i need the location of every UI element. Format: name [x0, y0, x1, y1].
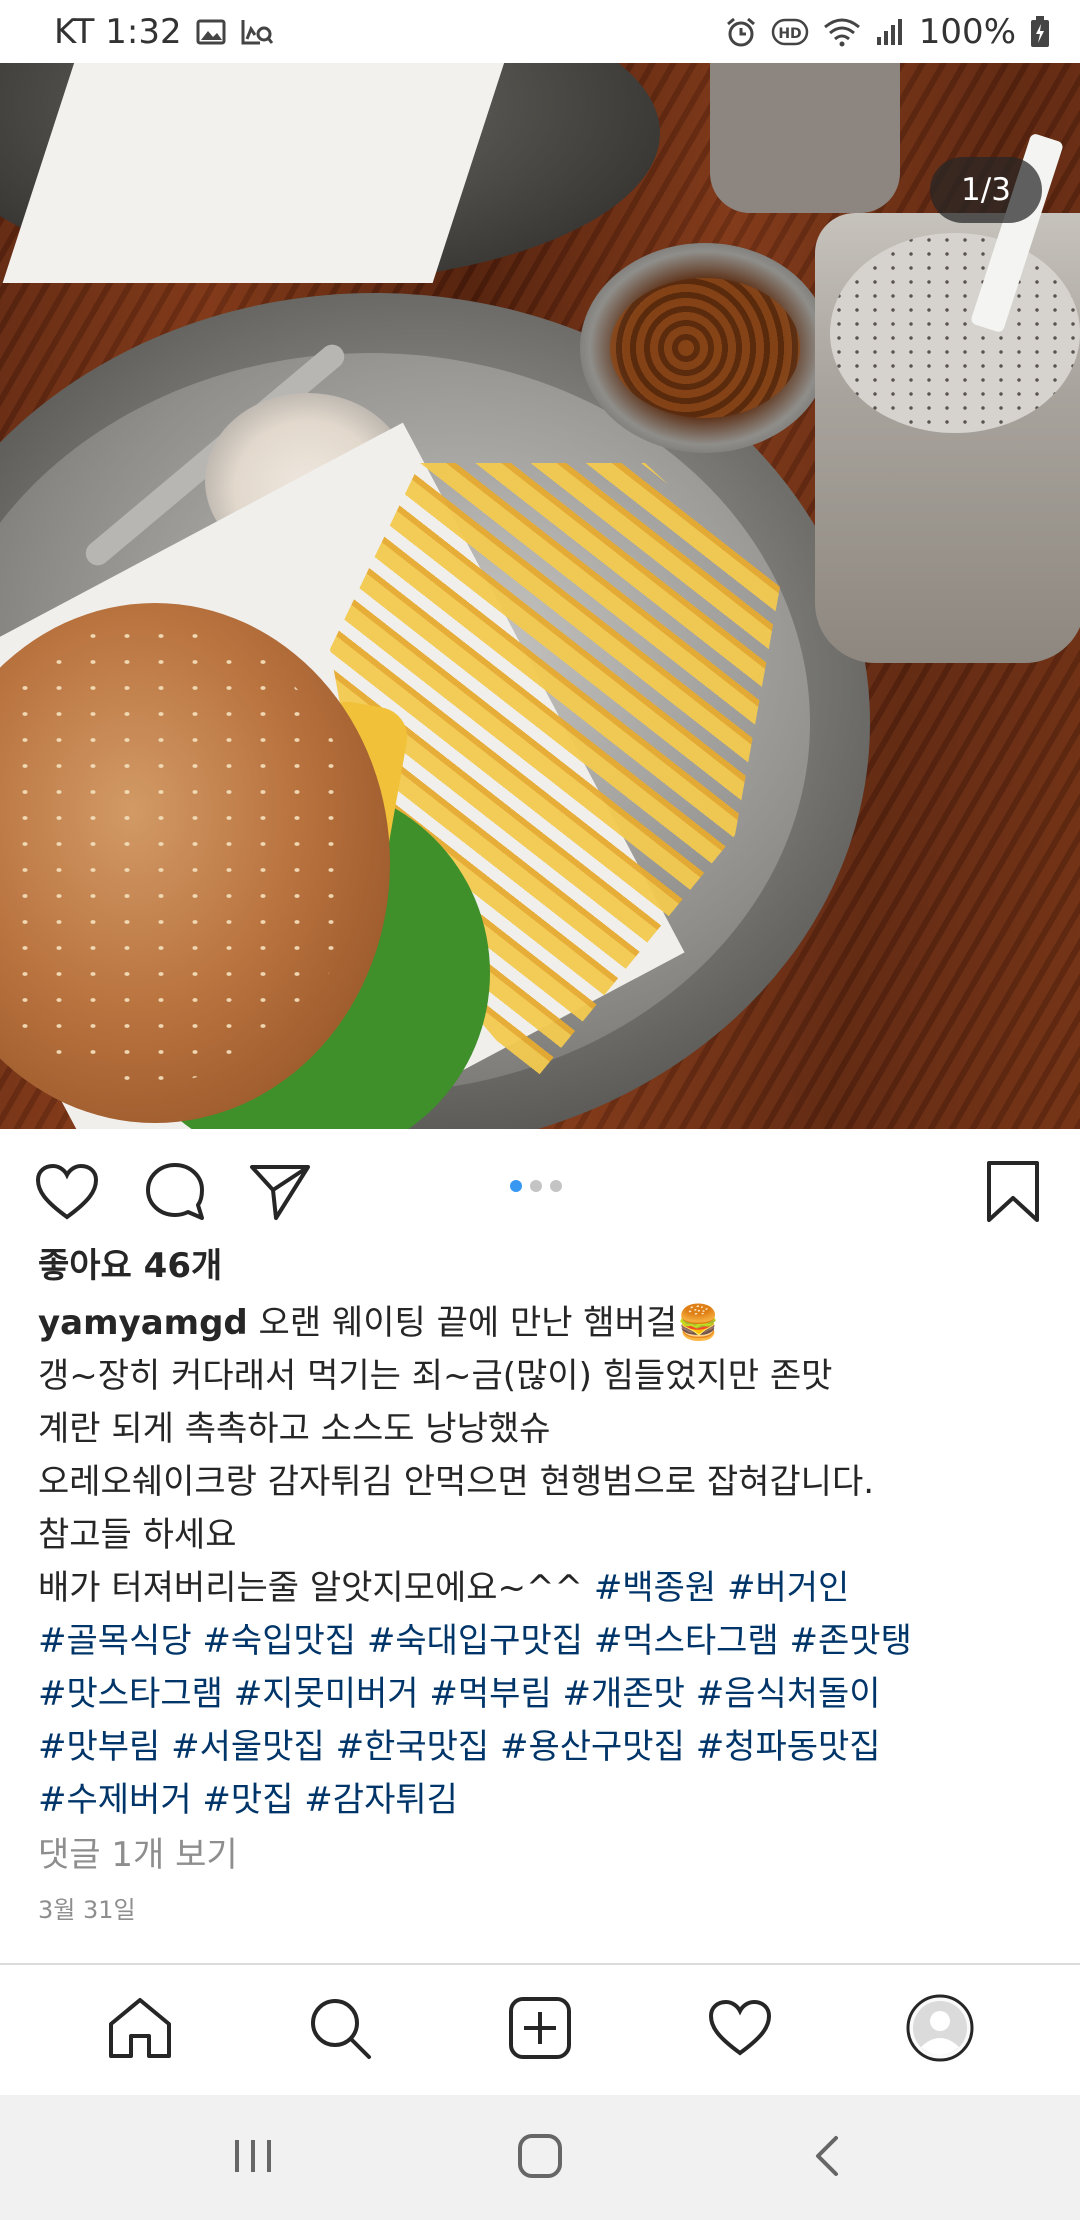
system-nav: [0, 2095, 1080, 2220]
share-button[interactable]: [245, 1159, 315, 1229]
like-button[interactable]: [32, 1159, 102, 1229]
carousel-dot-2: [530, 1180, 542, 1192]
caption-line: 배가 터져버리는줄 알앗지모에요~^^ #백종원 #버거인: [38, 1562, 1048, 1615]
back-button[interactable]: [787, 2118, 867, 2198]
pretzels: [610, 278, 800, 418]
add-post-icon: [508, 1996, 572, 2064]
hashtag-line: #수제버거 #맛집 #감자튀김: [38, 1774, 1048, 1827]
hashtag[interactable]: #숙입맛집: [202, 1621, 356, 1661]
hashtag[interactable]: #숙대입구맛집: [367, 1621, 583, 1661]
nav-home[interactable]: [95, 1985, 185, 2075]
post-content: 좋아요 46개 yamyamgd 오랜 웨이팅 끝에 만난 햄버걸🍔 갱~장히 …: [38, 1240, 1048, 1930]
nav-profile[interactable]: [895, 1985, 985, 2075]
hashtag[interactable]: #맛집: [202, 1780, 293, 1820]
caption-line: 갱~장히 커다래서 먹기는 죄~금(많이) 힘들었지만 존맛: [38, 1356, 833, 1396]
hashtag[interactable]: #존맛탱: [790, 1621, 912, 1661]
hashtag[interactable]: #용산구맛집: [500, 1727, 685, 1767]
hashtag[interactable]: #맛스타그램: [38, 1674, 223, 1714]
hashtag[interactable]: #버거인: [727, 1568, 849, 1608]
status-right: HD 100%: [725, 12, 1050, 52]
comment-button[interactable]: [140, 1159, 210, 1229]
hashtag-line: #골목식당 #숙입맛집 #숙대입구맛집 #먹스타그램 #존맛탱: [38, 1615, 1048, 1668]
hashtag-line: #맛부림 #서울맛집 #한국맛집 #용산구맛집 #청파동맛집: [38, 1721, 1048, 1774]
likes-count[interactable]: 좋아요 46개: [38, 1240, 1048, 1293]
wifi-icon: [823, 17, 861, 47]
photo-counter: 1/3: [930, 157, 1042, 223]
share-icon: [249, 1163, 311, 1225]
home-button-icon: [517, 2133, 563, 2183]
caption-line: 계란 되게 촉촉하고 소스도 낭낭했슈: [38, 1409, 551, 1449]
search-icon: [308, 1996, 372, 2064]
hashtag[interactable]: #지못미버거: [234, 1674, 419, 1714]
hashtag[interactable]: #감자튀김: [304, 1780, 458, 1820]
battery-percent: 100%: [918, 11, 1016, 52]
post-username[interactable]: yamyamgd: [38, 1303, 248, 1343]
back-wrapper-paper: [2, 63, 508, 283]
nav-activity[interactable]: [695, 1985, 785, 2075]
screenshot-search-icon: [240, 17, 274, 47]
bottom-nav: [0, 1965, 1080, 2095]
caption-text: 오랜 웨이팅 끝에 만난 햄버걸🍔: [247, 1303, 720, 1343]
hashtag[interactable]: #수제버거: [38, 1780, 192, 1820]
hashtag[interactable]: #맛부림: [38, 1727, 160, 1767]
hashtag[interactable]: #먹스타그램: [594, 1621, 779, 1661]
status-bar: KT 1:32 HD 100%: [0, 0, 1080, 63]
hashtag[interactable]: #음식처돌이: [696, 1674, 881, 1714]
battery-charging-icon: [1030, 15, 1050, 48]
hashtag[interactable]: #골목식당: [38, 1621, 192, 1661]
activity-heart-icon: [708, 1999, 772, 2061]
caption-line: 참고들 하세요: [38, 1515, 237, 1555]
bookmark-icon: [986, 1160, 1040, 1228]
hashtag[interactable]: #서울맛집: [171, 1727, 325, 1767]
view-comments-link[interactable]: 댓글 1개 보기: [38, 1829, 1048, 1882]
nav-search[interactable]: [295, 1985, 385, 2075]
hashtag[interactable]: #먹부림: [429, 1674, 551, 1714]
shake-top: [830, 233, 1080, 433]
svg-text:HD: HD: [778, 26, 801, 42]
home-button[interactable]: [500, 2118, 580, 2198]
carousel-dot-1: [510, 1180, 522, 1192]
alarm-icon: [725, 16, 757, 48]
caption-first-line: yamyamgd 오랜 웨이팅 끝에 만난 햄버걸🍔: [38, 1297, 1048, 1350]
carousel-dot-3: [550, 1180, 562, 1192]
comment-icon: [144, 1161, 206, 1227]
hashtag[interactable]: #개존맛: [563, 1674, 685, 1714]
post-photo[interactable]: 1/3: [0, 63, 1080, 1129]
carrier-time: KT 1:32: [54, 11, 182, 52]
hashtag[interactable]: #한국맛집: [336, 1727, 490, 1767]
hashtag[interactable]: #청파동맛집: [696, 1727, 881, 1767]
home-icon: [107, 1996, 173, 2064]
heart-icon: [35, 1163, 99, 1225]
status-left: KT 1:32: [54, 12, 274, 52]
caption-line: 오레오쉐이크랑 감자튀김 안먹으면 현행범으로 잡혀갑니다.: [38, 1462, 875, 1502]
hashtag-line: #맛스타그램 #지못미버거 #먹부림 #개존맛 #음식처돌이: [38, 1668, 1048, 1721]
back-cup: [710, 63, 900, 213]
hashtag[interactable]: #백종원: [594, 1568, 716, 1608]
recent-apps-button[interactable]: [213, 2118, 293, 2198]
hd-icon: HD: [771, 17, 809, 47]
signal-icon: [875, 17, 905, 47]
back-icon: [812, 2134, 842, 2182]
carousel-indicator: [510, 1180, 562, 1192]
post-date: 3월 31일: [38, 1896, 136, 1924]
nav-add-post[interactable]: [495, 1985, 585, 2075]
caption-text: 배가 터져버리는줄 알앗지모에요~^^: [38, 1568, 594, 1608]
gallery-icon: [196, 18, 226, 46]
bookmark-button[interactable]: [978, 1159, 1048, 1229]
recent-apps-icon: [231, 2136, 275, 2180]
profile-avatar-icon: [905, 1993, 975, 2067]
